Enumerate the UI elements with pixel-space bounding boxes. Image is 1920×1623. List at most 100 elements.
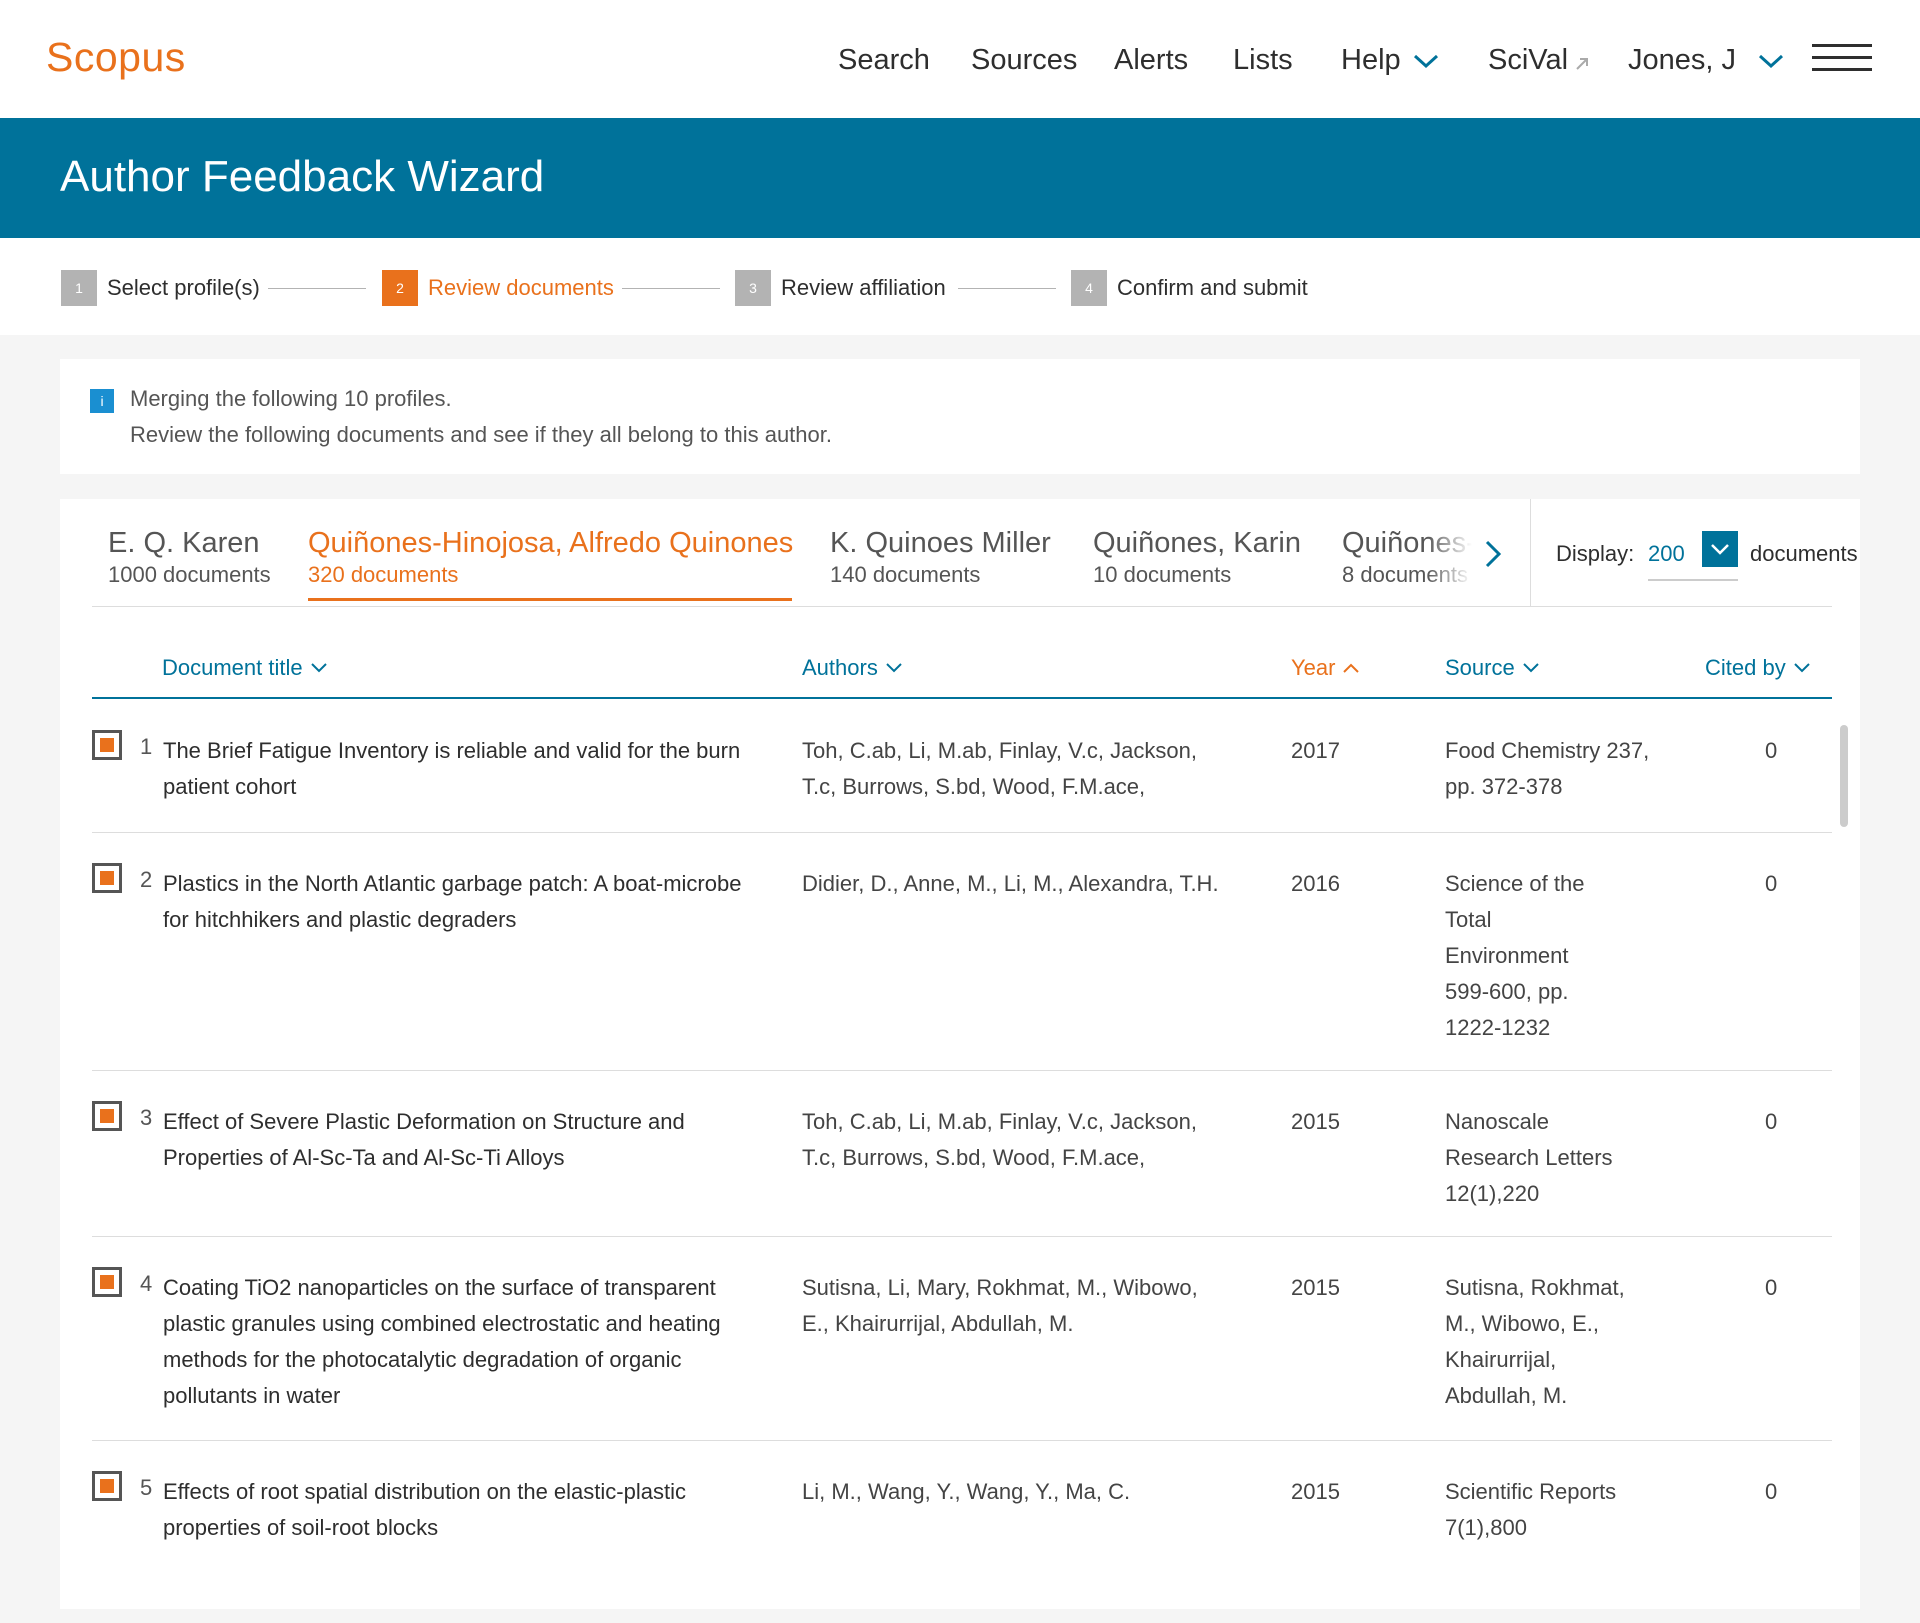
display-count-select[interactable]: 200	[1648, 541, 1685, 567]
step-review-documents[interactable]: 2 Review documents	[382, 270, 614, 306]
row-number: 2	[140, 867, 153, 892]
display-label: Display:	[1556, 541, 1635, 566]
tab-profile-count: 1000 documents	[108, 562, 271, 587]
profile-tabs: E. Q. Karen 1000 documents Quiñones-Hino…	[92, 499, 1858, 607]
nav-user-label: Jones, J	[1628, 44, 1736, 76]
chevron-down-icon	[1523, 663, 1539, 673]
column-header-authors: Authors	[802, 655, 878, 680]
step-label: Review documents	[428, 275, 614, 300]
tab-profile-count: 8 documents	[1342, 562, 1468, 587]
tab-profile-5[interactable]: Quiñones- 8 documents	[1342, 527, 1472, 588]
document-source: Nanoscale Research Letters 12(1),220	[1445, 1109, 1613, 1206]
nav-user-menu[interactable]: Jones, J	[1628, 44, 1784, 77]
nav-help[interactable]: Help	[1341, 44, 1439, 77]
chevron-down-icon	[1711, 544, 1729, 555]
step-label: Confirm and submit	[1117, 275, 1308, 300]
tab-profile-1[interactable]: E. Q. Karen 1000 documents	[108, 527, 271, 588]
step-label: Select profile(s)	[107, 275, 260, 300]
step-connector	[268, 288, 366, 289]
tab-profile-name: Quiñones-	[1342, 527, 1472, 559]
document-year: 2017	[1291, 738, 1340, 763]
nav-scival-label: SciVal	[1488, 44, 1569, 76]
sort-authors[interactable]: Authors	[802, 655, 902, 681]
info-message: Merging the following 10 profiles.	[130, 386, 452, 411]
chevron-right-icon[interactable]	[1483, 539, 1503, 569]
column-header-year: Year	[1291, 655, 1336, 680]
display-dropdown-button[interactable]	[1702, 531, 1738, 567]
nav-help-label: Help	[1341, 44, 1401, 76]
menu-icon[interactable]	[1812, 44, 1872, 74]
document-authors: Toh, C.ab, Li, M.ab, Finlay, V.c, Jackso…	[802, 1109, 1197, 1170]
tab-profile-4[interactable]: Quiñones, Karin 10 documents	[1093, 527, 1301, 588]
nav-scival[interactable]: SciVal	[1488, 44, 1590, 77]
document-cited-by: 0	[1765, 1479, 1778, 1504]
step-label: Review affiliation	[781, 275, 946, 300]
display-suffix: documents	[1750, 541, 1858, 566]
page-banner: Author Feedback Wizard	[0, 118, 1920, 238]
wizard-steps: 1 Select profile(s) 2 Review documents 3…	[0, 238, 1920, 335]
step-connector	[622, 288, 720, 289]
tab-profile-count: 10 documents	[1093, 562, 1232, 587]
nav-sources[interactable]: Sources	[971, 44, 1077, 77]
step-connector	[958, 288, 1056, 289]
table-row: 3 Effect of Severe Plastic Deformation o…	[92, 1071, 1832, 1237]
table-row: 2 Plastics in the North Atlantic garbage…	[92, 833, 1832, 1071]
sort-cited-by[interactable]: Cited by	[1705, 655, 1810, 681]
row-number: 3	[140, 1105, 153, 1130]
display-select-underline	[1648, 579, 1738, 581]
step-review-affiliation[interactable]: 3 Review affiliation	[735, 270, 946, 306]
document-source: Sutisna, Rokhmat, M., Wibowo, E., Khairu…	[1445, 1275, 1625, 1408]
tab-profile-2[interactable]: Quiñones-Hinojosa, Alfredo Quinones 320 …	[308, 527, 794, 601]
row-checkbox[interactable]	[92, 1471, 122, 1501]
tab-profile-count: 320 documents	[308, 562, 459, 587]
column-header-source: Source	[1445, 655, 1515, 680]
tab-profile-3[interactable]: K. Quinoes Miller 140 documents	[830, 527, 1051, 588]
info-icon: i	[90, 389, 114, 413]
table-row: 1 The Brief Fatigue Inventory is reliabl…	[92, 700, 1832, 833]
sort-year[interactable]: Year	[1291, 655, 1360, 681]
tab-profile-name: K. Quinoes Miller	[830, 527, 1051, 559]
document-cited-by: 0	[1765, 1275, 1778, 1300]
chevron-down-icon	[1413, 54, 1438, 68]
sort-document-title[interactable]: Document title	[162, 655, 327, 681]
step-number: 3	[735, 270, 771, 306]
tab-profile-name: Quiñones, Karin	[1093, 527, 1301, 559]
scopus-logo[interactable]: Scopus	[46, 34, 186, 81]
document-title-link[interactable]: Effect of Severe Plastic Deformation on …	[163, 1104, 723, 1176]
tab-profile-count: 140 documents	[830, 562, 981, 587]
document-authors: Didier, D., Anne, M., Li, M., Alexandra,…	[802, 871, 1219, 896]
sort-source[interactable]: Source	[1445, 655, 1539, 681]
document-title-link[interactable]: Coating TiO2 nanoparticles on the surfac…	[163, 1270, 743, 1414]
row-checkbox[interactable]	[92, 863, 122, 893]
page-title: Author Feedback Wizard	[60, 152, 545, 201]
row-checkbox[interactable]	[92, 1101, 122, 1131]
row-number: 5	[140, 1475, 153, 1500]
document-title-link[interactable]: Plastics in the North Atlantic garbage p…	[163, 866, 763, 938]
step-select-profiles[interactable]: 1 Select profile(s)	[61, 270, 260, 306]
document-source: Science of the Total Environment 599-600…	[1445, 871, 1585, 1040]
tab-profile-name: E. Q. Karen	[108, 527, 260, 559]
document-title-link[interactable]: The Brief Fatigue Inventory is reliable …	[163, 733, 763, 805]
row-checkbox[interactable]	[92, 1267, 122, 1297]
table-scrollbar[interactable]	[1840, 725, 1848, 827]
step-confirm-submit[interactable]: 4 Confirm and submit	[1071, 270, 1308, 306]
row-number: 1	[140, 734, 153, 759]
document-title-link[interactable]: Effects of root spatial distribution on …	[163, 1474, 723, 1546]
nav-search[interactable]: Search	[838, 44, 930, 77]
row-number: 4	[140, 1271, 153, 1296]
documents-panel: E. Q. Karen 1000 documents Quiñones-Hino…	[60, 499, 1860, 1609]
nav-alerts[interactable]: Alerts	[1114, 44, 1188, 77]
chevron-down-icon	[310, 663, 327, 673]
document-cited-by: 0	[1765, 738, 1778, 763]
nav-lists[interactable]: Lists	[1233, 44, 1293, 77]
document-authors: Toh, C.ab, Li, M.ab, Finlay, V.c, Jackso…	[802, 738, 1197, 799]
chevron-up-icon	[1343, 663, 1360, 673]
table-row: 4 Coating TiO2 nanoparticles on the surf…	[92, 1237, 1832, 1441]
chevron-down-icon	[1758, 54, 1784, 68]
row-checkbox[interactable]	[92, 730, 122, 760]
document-year: 2016	[1291, 871, 1340, 896]
tab-profile-name: Quiñones-Hinojosa, Alfredo Quinones	[308, 527, 794, 559]
document-source: Scientific Reports 7(1),800	[1445, 1479, 1617, 1540]
table-header: Document title Authors Year Source Cited…	[92, 609, 1832, 699]
info-instructions: Review the following documents and see i…	[130, 422, 832, 447]
